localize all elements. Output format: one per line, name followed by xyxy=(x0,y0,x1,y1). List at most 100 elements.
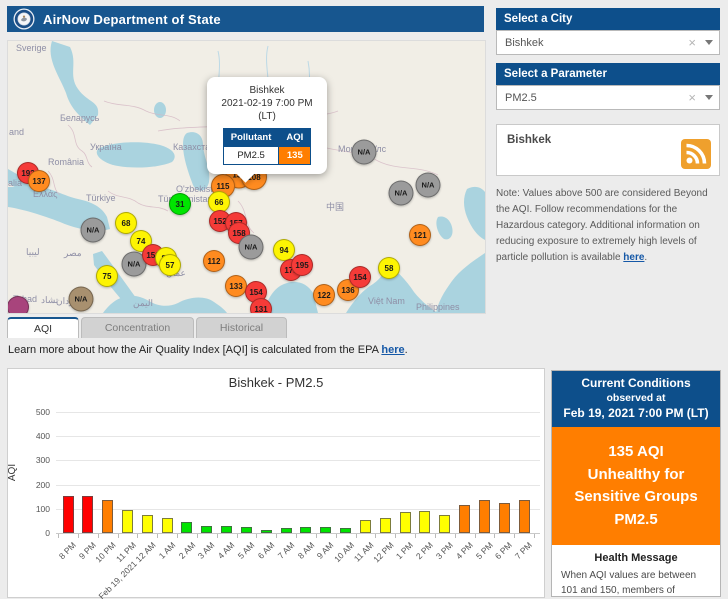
map-aqi-marker[interactable]: 133 xyxy=(225,275,247,297)
chart-x-tick-label: 5 PM xyxy=(473,540,494,561)
map-country-label: مصر xyxy=(64,248,82,259)
chevron-down-icon[interactable] xyxy=(705,40,713,45)
observed-at-label: observed at xyxy=(554,392,718,404)
map-aqi-marker[interactable]: N/A xyxy=(416,173,441,198)
chart-bar[interactable] xyxy=(419,511,430,533)
map-aqi-marker[interactable]: N/A xyxy=(81,218,106,243)
map-aqi-marker[interactable]: 195 xyxy=(291,254,313,276)
chevron-down-icon[interactable] xyxy=(705,95,713,100)
chart-bar[interactable] xyxy=(400,512,411,533)
chart-bar[interactable] xyxy=(380,518,391,533)
map-aqi-marker[interactable]: 154 xyxy=(349,266,371,288)
map-aqi-marker[interactable]: N/A xyxy=(69,287,94,312)
chart-y-tick-label: 500 xyxy=(8,407,50,417)
map-aqi-marker[interactable]: 131 xyxy=(250,298,272,314)
popup-col-aqi: AQI xyxy=(279,129,311,147)
chart-bar[interactable] xyxy=(142,515,153,533)
parameter-select[interactable]: PM2.5 × xyxy=(496,85,720,110)
chart-bar[interactable] xyxy=(519,500,530,533)
chart-bar[interactable] xyxy=(82,496,93,533)
map-aqi-marker[interactable]: 75 xyxy=(96,265,118,287)
map-aqi-marker[interactable]: 58 xyxy=(378,257,400,279)
dos-seal-logo xyxy=(13,8,35,30)
map-aqi-marker[interactable]: N/A xyxy=(352,140,377,165)
observed-datetime: Feb 19, 2021 7:00 PM (LT) xyxy=(554,406,718,420)
chart-x-tick-label: 3 PM xyxy=(434,540,455,561)
chart-bar[interactable] xyxy=(261,530,272,533)
chart-bar[interactable] xyxy=(181,522,192,533)
city-select-value: Bishkek xyxy=(503,37,688,49)
chart-bar[interactable] xyxy=(63,496,74,533)
health-message-text: When AQI values are between 101 and 150,… xyxy=(552,568,720,599)
popup-datetime: 2021-02-19 7:00 PM xyxy=(211,97,323,110)
health-message-header: Health Message xyxy=(552,552,720,564)
map-aqi-marker[interactable] xyxy=(7,296,29,314)
chart-bar[interactable] xyxy=(201,526,212,533)
map-aqi-marker[interactable]: 68 xyxy=(115,212,137,234)
chart-x-tick xyxy=(296,534,297,538)
chart-plot-area: 01002003004005008 PM9 PM10 PM11 PMFeb 19… xyxy=(8,369,544,597)
chart-x-tick xyxy=(455,534,456,538)
popup-city: Bishkek xyxy=(211,84,323,97)
chart-bar[interactable] xyxy=(439,515,450,533)
app-header: AirNow Department of State xyxy=(7,6,484,32)
map-aqi-marker[interactable]: 57 xyxy=(159,254,181,276)
learn-more-here-link[interactable]: here xyxy=(381,344,404,356)
clear-parameter-icon[interactable]: × xyxy=(688,91,696,104)
map-aqi-marker[interactable]: 94 xyxy=(273,239,295,261)
map-aqi-marker[interactable]: N/A xyxy=(389,181,414,206)
chart-gridline xyxy=(56,436,540,437)
rss-icon[interactable] xyxy=(681,139,711,169)
learn-more-text: Learn more about how the Air Quality Ind… xyxy=(8,344,408,356)
app-title: AirNow Department of State xyxy=(43,12,221,27)
chart-gridline xyxy=(56,412,540,413)
map[interactable]: Bishkek 2021-02-19 7:00 PM (LT) Pollutan… xyxy=(7,40,486,314)
chart-bar[interactable] xyxy=(360,520,371,533)
feed-city-label: Bishkek xyxy=(507,134,551,146)
chart-x-tick-label: 8 AM xyxy=(295,540,316,561)
city-select[interactable]: Bishkek × xyxy=(496,30,720,55)
chart-bar[interactable] xyxy=(320,527,331,533)
chart-x-tick xyxy=(375,534,376,538)
chart-bar[interactable] xyxy=(479,500,490,533)
chart-bar[interactable] xyxy=(122,510,133,533)
chart-x-tick xyxy=(356,534,357,538)
chart-bar[interactable] xyxy=(340,528,351,533)
tab-historical[interactable]: Historical xyxy=(196,317,287,338)
city-select-panel: Select a City Bishkek × xyxy=(496,8,720,55)
chart-bar[interactable] xyxy=(499,503,510,533)
map-aqi-marker[interactable]: 137 xyxy=(28,170,50,192)
tab-concentration[interactable]: Concentration xyxy=(81,317,194,338)
chart-x-tick-label: 4 PM xyxy=(454,540,475,561)
chart-bar[interactable] xyxy=(241,527,252,533)
chart-x-tick xyxy=(98,534,99,538)
chart-x-tick xyxy=(217,534,218,538)
clear-city-icon[interactable]: × xyxy=(688,36,696,49)
chart-x-tick xyxy=(256,534,257,538)
chart-x-tick xyxy=(78,534,79,538)
chart-bar[interactable] xyxy=(102,500,113,533)
current-conditions-title: Current Conditions xyxy=(554,376,718,390)
learn-more-suffix: . xyxy=(405,344,408,356)
feed-box: Bishkek xyxy=(496,124,720,176)
chart-x-tick-label: 10 AM xyxy=(332,540,356,564)
map-aqi-marker[interactable]: 31 xyxy=(169,193,191,215)
tab-aqi[interactable]: AQI xyxy=(7,317,79,338)
chart-x-tick xyxy=(435,534,436,538)
chart-bar[interactable] xyxy=(300,527,311,533)
parameter-select-panel: Select a Parameter PM2.5 × xyxy=(496,63,720,110)
chart-bar[interactable] xyxy=(281,528,292,533)
chart-x-tick-label: 12 PM xyxy=(371,540,395,564)
chart-x-tick-label: 7 PM xyxy=(513,540,534,561)
map-aqi-marker[interactable]: 122 xyxy=(313,284,335,306)
note-here-link[interactable]: here xyxy=(623,252,644,263)
map-aqi-marker[interactable]: 121 xyxy=(409,224,431,246)
map-aqi-marker[interactable]: 112 xyxy=(203,250,225,272)
map-aqi-marker[interactable]: N/A xyxy=(239,235,264,260)
chart-bar[interactable] xyxy=(162,518,173,533)
chart-x-tick xyxy=(415,534,416,538)
current-conditions-header: Current Conditions observed at Feb 19, 2… xyxy=(552,371,720,427)
chart-bar[interactable] xyxy=(221,526,232,533)
chart-x-tick-label: 1 PM xyxy=(394,540,415,561)
chart-bar[interactable] xyxy=(459,505,470,533)
